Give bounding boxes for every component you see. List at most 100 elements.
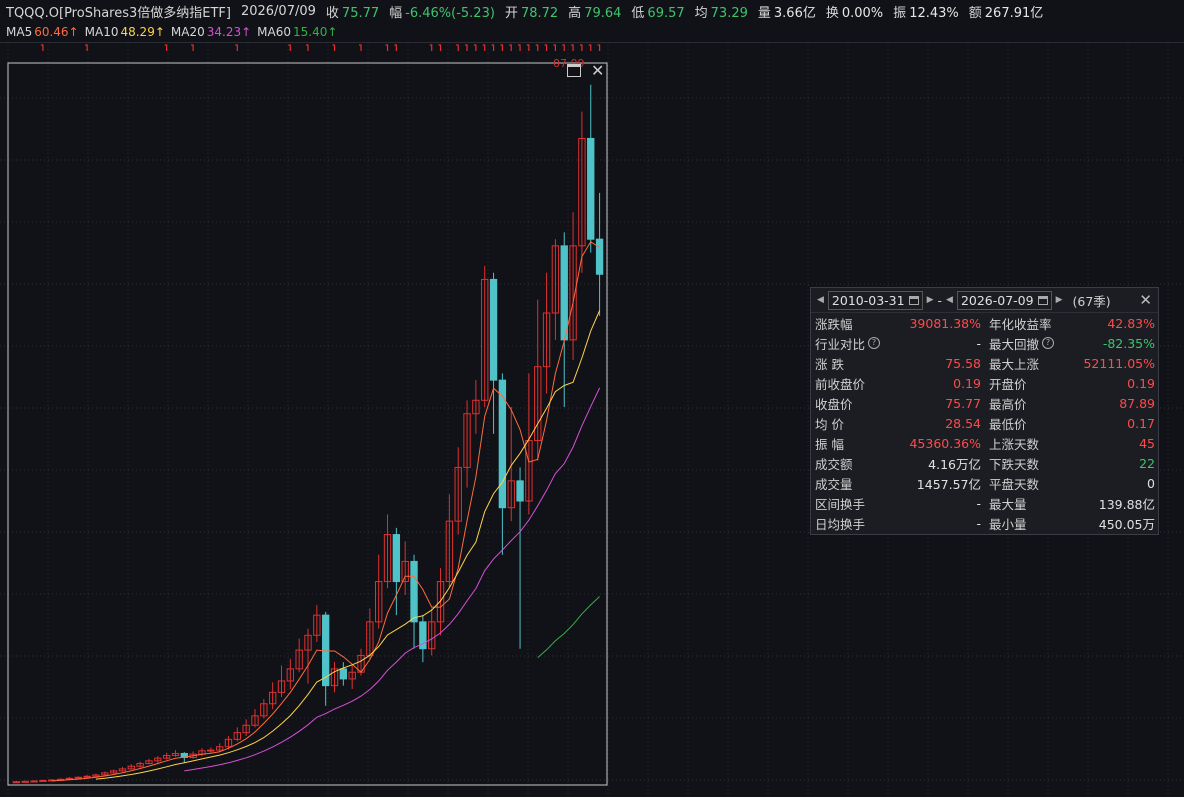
period-count: (67季): [1072, 293, 1111, 309]
stat-cell: 最大回撤? -82.35%: [985, 333, 1159, 353]
up-marker: [235, 44, 238, 51]
stat-label: 行业对比?: [815, 334, 881, 353]
up-marker: [562, 44, 565, 51]
stat-value: 45360.36%: [909, 435, 981, 451]
stat-cell: 振 幅 45360.36%: [811, 433, 985, 453]
stat-value: 45: [1139, 435, 1155, 451]
quote-date: 2026/07/09: [240, 3, 316, 19]
stat-label: 最低价: [989, 416, 1027, 432]
amplitude-field: 振 12.43%: [893, 2, 959, 21]
close-selection-icon[interactable]: ✕: [591, 63, 604, 79]
help-icon[interactable]: ?: [868, 337, 881, 349]
stat-value: 28.54: [945, 415, 981, 431]
ma60-item[interactable]: MA60 15.40↑: [257, 25, 337, 39]
stat-value: 0.19: [1127, 375, 1155, 391]
volume-label: 量: [757, 5, 771, 21]
stat-label: 振 幅: [815, 436, 844, 452]
stat-label: 涨 跌: [815, 356, 844, 372]
up-marker: [429, 44, 433, 51]
candle-down: [560, 245, 568, 341]
start-date: 2010-03-31: [831, 292, 905, 308]
stat-cell: 下跌天数 22: [985, 453, 1159, 473]
up-marker: [588, 44, 592, 51]
close-icon[interactable]: ✕: [1139, 291, 1152, 309]
calendar-icon: [1037, 295, 1048, 305]
ma10-line: [95, 310, 601, 780]
ma10-name: MA10: [84, 25, 119, 39]
up-marker: [306, 44, 309, 51]
high-field: 高 79.64: [568, 2, 621, 21]
turnover-value: 0.00%: [841, 5, 884, 21]
stat-label: 成交量: [815, 476, 853, 492]
candle-down: [587, 137, 595, 240]
high-value: 79.64: [584, 5, 622, 21]
up-marker: [500, 44, 503, 51]
stat-cell: 区间换手 -: [811, 493, 985, 513]
selection-tools: ✕: [567, 63, 604, 79]
up-marker: [579, 44, 583, 51]
next-start-icon[interactable]: ▶: [927, 295, 934, 305]
stat-cell: 涨跌幅 39081.38%: [811, 313, 985, 333]
candle-down: [595, 238, 604, 275]
stat-value: 0: [1147, 475, 1155, 491]
open-field: 开 78.72: [505, 2, 558, 21]
stat-label: 最大回撤?: [989, 334, 1055, 353]
stat-cell: 最小量 450.05万: [985, 513, 1159, 533]
up-marker: [544, 44, 548, 51]
ma5-item[interactable]: MA5 60.46↑: [6, 25, 79, 39]
stat-label: 区间换手: [815, 496, 866, 512]
up-marker: [465, 44, 468, 51]
ma20-value: 34.23↑: [206, 25, 252, 39]
end-date-picker[interactable]: 2026-07-09: [956, 290, 1052, 310]
candle-down: [516, 480, 524, 502]
up-marker: [571, 44, 574, 51]
ma5-name: MA5: [6, 25, 33, 39]
date-separator: -: [937, 292, 943, 308]
stat-value: -: [976, 495, 981, 511]
stat-value: 52111.05%: [1083, 355, 1155, 371]
up-marker: [394, 44, 397, 51]
close-value: 75.77: [341, 5, 380, 21]
prev-end-icon[interactable]: ◀: [946, 295, 953, 305]
close-label: 收: [325, 5, 339, 21]
ma60-value: 15.40↑: [293, 25, 338, 39]
close-field: 收 75.77: [326, 2, 379, 21]
up-marker: [535, 44, 539, 51]
stat-cell: 均 价 28.54: [811, 413, 985, 433]
change-label: 幅: [389, 5, 403, 21]
stat-label: 下跌天数: [989, 456, 1040, 472]
up-marker: [553, 44, 557, 51]
range-stats-grid: 涨跌幅 39081.38% 年化收益率 42.83% 行业对比? - 最大回撤? -82.35…: [811, 313, 1158, 533]
stat-label: 涨跌幅: [815, 316, 853, 332]
help-icon[interactable]: ?: [1042, 337, 1055, 349]
up-marker: [518, 44, 521, 51]
stat-value: 1457.57亿: [916, 476, 981, 492]
stat-value: 4.16万亿: [928, 456, 981, 472]
calendar-icon: [908, 295, 919, 305]
stat-value: 39081.38%: [909, 315, 981, 331]
stat-label: 上涨天数: [989, 436, 1040, 452]
open-value: 78.72: [520, 5, 559, 21]
range-panel-header: ◀ 2010-03-31 ▶ - ◀ 2026-07-09 ▶ (67季) ✕: [811, 288, 1158, 313]
range-stats-panel: ◀ 2010-03-31 ▶ - ◀ 2026-07-09 ▶ (67季) ✕ …: [810, 287, 1159, 535]
ma10-item[interactable]: MA10 48.29↑: [85, 25, 165, 39]
amplitude-label: 振: [893, 5, 907, 21]
ma20-item[interactable]: MA20 34.23↑: [171, 25, 251, 39]
ma10-value: 48.29↑: [120, 25, 165, 39]
symbol-name[interactable]: TQQQ.O[ProShares3倍做多纳指ETF]: [6, 2, 231, 21]
low-field: 低 69.57: [631, 2, 684, 21]
end-date: 2026-07-09: [960, 292, 1034, 308]
window-icon[interactable]: [567, 64, 581, 77]
candle-down: [392, 534, 401, 583]
change-field: 幅 -6.46%(-5.23): [389, 2, 495, 21]
amount-label: 额: [968, 5, 982, 21]
stat-cell: 最大量 139.88亿: [985, 493, 1159, 513]
start-date-picker[interactable]: 2010-03-31: [827, 290, 923, 310]
up-marker: [288, 44, 291, 51]
stat-label: 前收盘价: [815, 376, 866, 392]
next-end-icon[interactable]: ▶: [1056, 295, 1063, 305]
prev-start-icon[interactable]: ◀: [817, 295, 824, 305]
stat-cell: 收盘价 75.77: [811, 393, 985, 413]
stat-value: 75.77: [945, 395, 981, 411]
stat-value: 75.58: [945, 355, 981, 371]
